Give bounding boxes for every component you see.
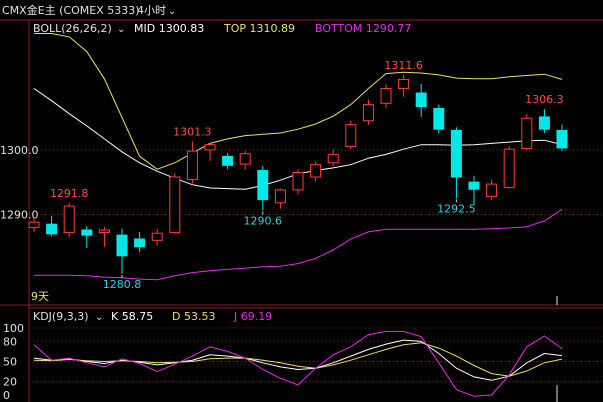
boll-top-line bbox=[34, 33, 563, 170]
low-price-label: 1292.5 bbox=[437, 202, 476, 215]
candles bbox=[28, 74, 568, 274]
candle bbox=[538, 109, 550, 134]
candle bbox=[134, 231, 146, 252]
candle-body-up bbox=[98, 229, 110, 234]
candle bbox=[292, 169, 304, 195]
candle bbox=[310, 161, 322, 182]
candle-body-up bbox=[398, 78, 410, 89]
candle-body-up bbox=[169, 176, 181, 234]
candle-body-up bbox=[345, 124, 357, 148]
kdj-tick-label: 100 bbox=[3, 322, 24, 335]
kdj-tick-label: 0 bbox=[3, 389, 10, 402]
boll-bottom-line bbox=[34, 208, 563, 281]
candle bbox=[362, 99, 374, 125]
candle-body-down bbox=[556, 129, 568, 149]
candle-body-down bbox=[450, 129, 462, 178]
candle-body-up bbox=[310, 164, 322, 178]
price-tick-label: 1290.0 bbox=[0, 208, 39, 221]
kdj-k-line bbox=[33, 339, 563, 381]
candle-body-up bbox=[503, 148, 515, 188]
candle-body-up bbox=[274, 189, 286, 204]
candle bbox=[63, 202, 75, 238]
candle-body-down bbox=[433, 107, 445, 130]
candle-body-down bbox=[46, 223, 58, 235]
candle bbox=[257, 166, 269, 211]
candle-body-down bbox=[538, 116, 550, 130]
candle bbox=[186, 141, 198, 184]
candle bbox=[468, 175, 480, 206]
candle bbox=[151, 228, 163, 246]
candle bbox=[274, 188, 286, 209]
candle-body-up bbox=[380, 87, 392, 104]
kdj-tick-label: 80 bbox=[3, 335, 17, 348]
boll-mid-value: MID 1300.83 bbox=[134, 22, 204, 35]
candle-body-up bbox=[292, 171, 304, 191]
chart-window: CMX金E主 (COMEX 5333) 4小时 ⌄ BOLL(26,26,2) … bbox=[0, 0, 603, 402]
candle-body-up bbox=[204, 144, 216, 151]
high-price-label: 1306.3 bbox=[525, 93, 564, 106]
high-price-label: 1291.8 bbox=[50, 187, 89, 200]
kdj-k-value: K 58.75 bbox=[111, 310, 153, 323]
candle bbox=[503, 145, 515, 189]
candle-body-up bbox=[28, 221, 40, 228]
period-count-label: 9天 bbox=[31, 290, 49, 303]
kdj-d-line bbox=[33, 342, 563, 377]
chart-canvas: CMX金E主 (COMEX 5333) 4小时 ⌄ BOLL(26,26,2) … bbox=[0, 3, 603, 402]
candle-body-down bbox=[116, 234, 128, 257]
candle bbox=[398, 74, 410, 97]
symbol-title: CMX金E主 (COMEX 5333) bbox=[2, 3, 140, 17]
candle-body-up bbox=[239, 153, 251, 165]
candle-body-up bbox=[362, 104, 374, 122]
candle bbox=[169, 173, 181, 234]
period-chevron-icon[interactable]: ⌄ bbox=[168, 6, 176, 17]
boll-bottom-value: BOTTOM 1290.77 bbox=[315, 22, 411, 35]
boll-top-value: TOP 1310.89 bbox=[223, 22, 295, 35]
boll-bands bbox=[33, 33, 563, 281]
candle bbox=[327, 149, 339, 166]
kdj-tick-label: 50 bbox=[3, 356, 17, 369]
candle-body-up bbox=[327, 153, 339, 164]
candle-body-up bbox=[151, 232, 163, 241]
candle bbox=[556, 124, 568, 152]
candle bbox=[345, 120, 357, 150]
candle bbox=[98, 226, 110, 247]
candle-body-down bbox=[415, 92, 427, 108]
candle-body-down bbox=[468, 181, 480, 190]
candle bbox=[116, 228, 128, 274]
candle bbox=[486, 179, 498, 201]
candle bbox=[204, 143, 216, 161]
candle-body-up bbox=[486, 183, 498, 197]
candle-body-down bbox=[81, 229, 93, 236]
candle bbox=[415, 83, 427, 117]
boll-chevron-icon[interactable]: ⌄ bbox=[117, 24, 125, 35]
price-tick-label: 1300.0 bbox=[0, 144, 39, 157]
candle-body-down bbox=[134, 238, 146, 248]
candle bbox=[521, 113, 533, 151]
high-price-label: 1311.6 bbox=[384, 59, 423, 72]
period-selector[interactable]: 4小时 bbox=[137, 4, 166, 17]
high-price-label: 1301.3 bbox=[173, 125, 212, 138]
kdj-indicator-label[interactable]: KDJ(9,3,3) bbox=[33, 310, 89, 323]
candle-body-up bbox=[521, 117, 533, 150]
candle bbox=[46, 215, 58, 237]
low-price-label: 1280.8 bbox=[103, 278, 142, 291]
kdj-tick-label: 20 bbox=[3, 376, 17, 389]
candle bbox=[380, 83, 392, 108]
candle-body-down bbox=[222, 155, 234, 166]
kdj-j-value: J 69.19 bbox=[233, 310, 272, 323]
candle bbox=[239, 151, 251, 170]
low-price-label: 1290.6 bbox=[244, 215, 283, 228]
candle-body-up bbox=[63, 205, 75, 234]
candle bbox=[433, 104, 445, 134]
candle bbox=[81, 226, 93, 249]
kdj-chevron-icon[interactable]: ⌄ bbox=[95, 312, 103, 323]
chart-frame bbox=[0, 19, 603, 402]
candle bbox=[450, 127, 462, 199]
candle bbox=[222, 153, 234, 170]
candle-body-up bbox=[186, 150, 198, 181]
candle-body-down bbox=[257, 170, 269, 201]
kdj-d-value: D 53.53 bbox=[172, 310, 215, 323]
